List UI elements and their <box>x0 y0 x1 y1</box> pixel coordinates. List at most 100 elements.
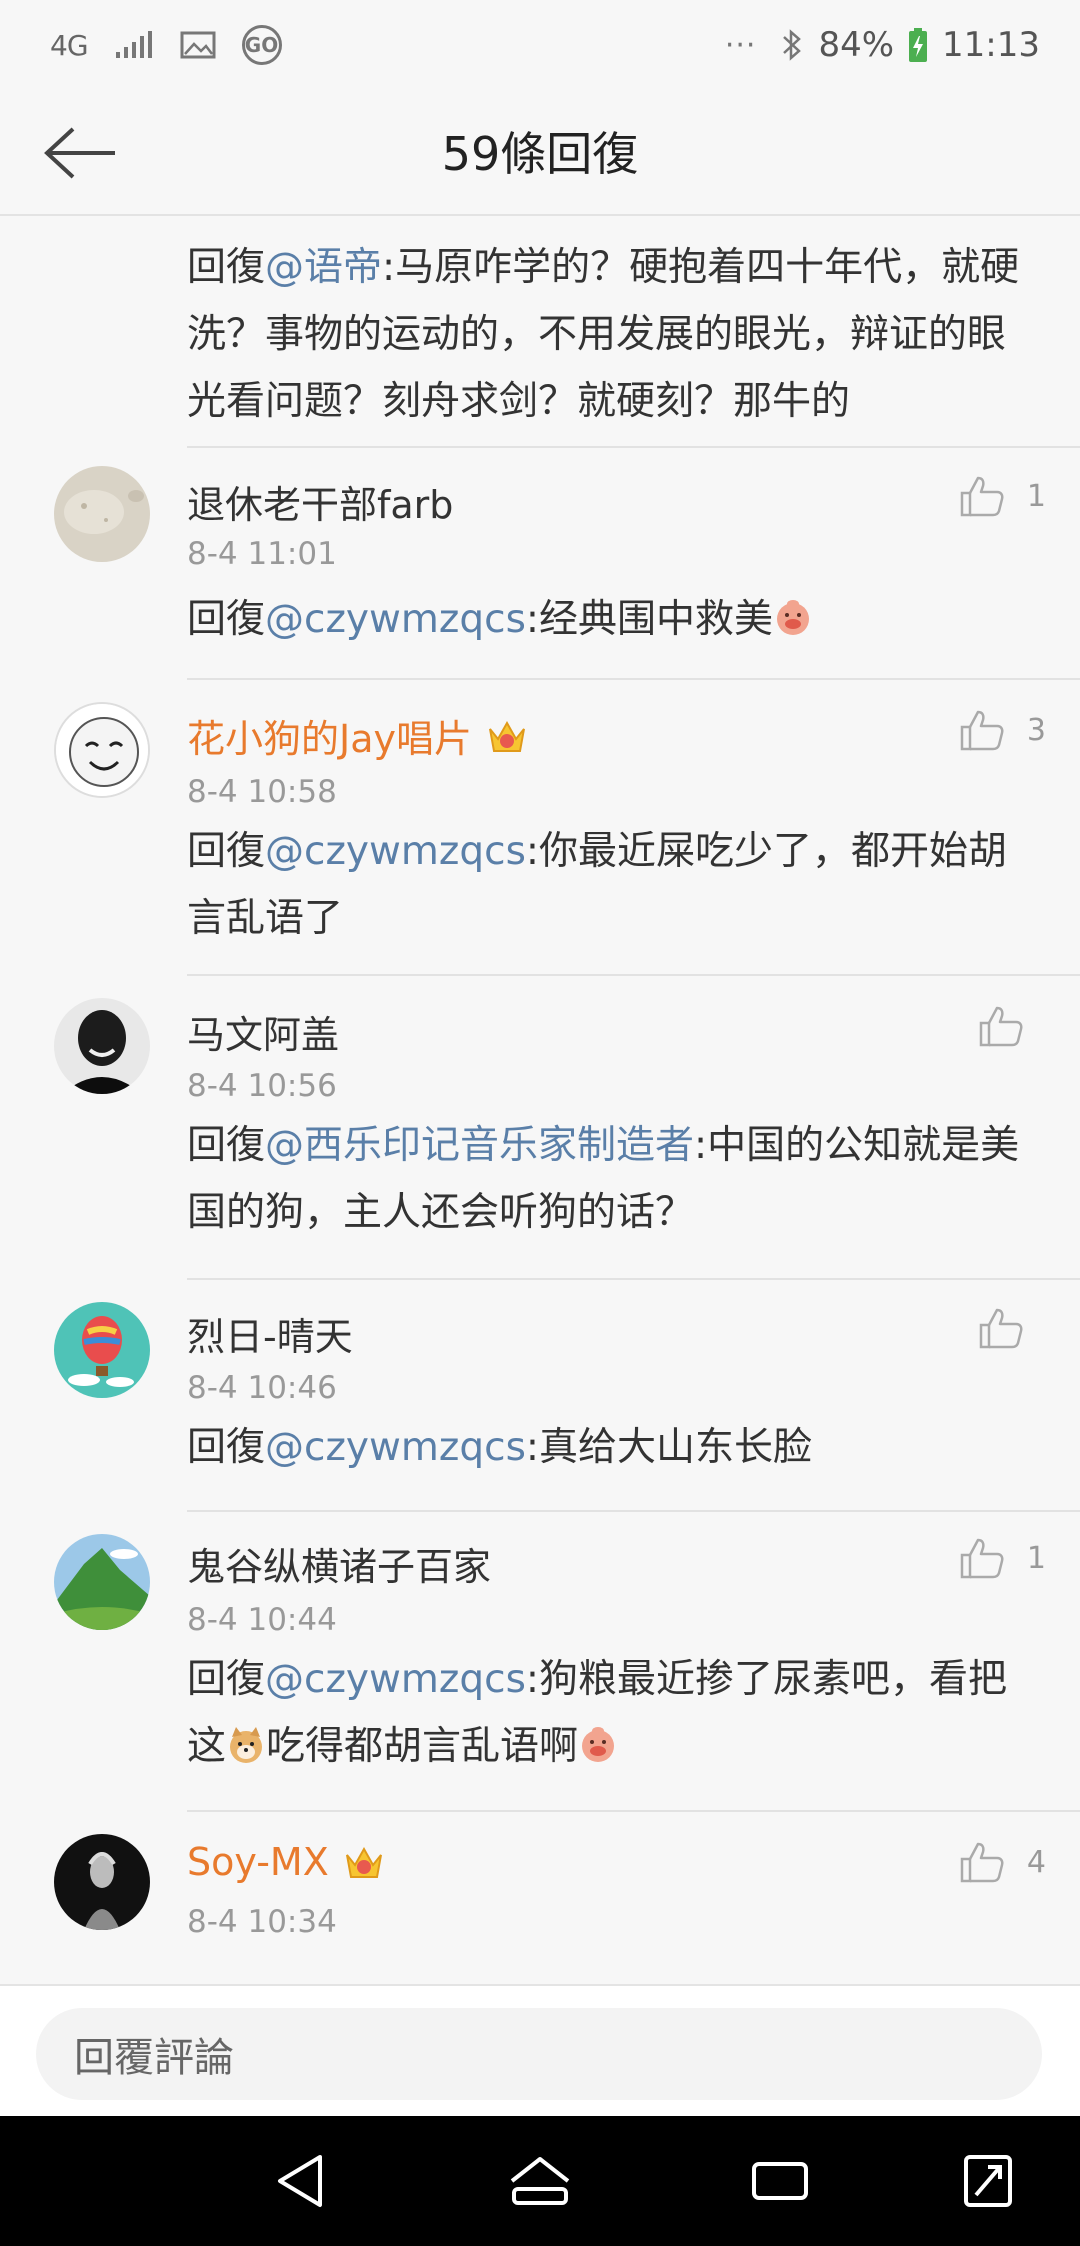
like-button[interactable]: 1 <box>959 474 1046 518</box>
timestamp: 8-4 10:44 <box>187 1602 337 1638</box>
mention-link[interactable]: @czywmzqcs <box>265 1425 526 1470</box>
username[interactable]: 烈日-晴天 <box>187 1306 353 1361</box>
thumbs-up-icon <box>960 710 1004 751</box>
page-title: 59條回復 <box>441 127 639 181</box>
comment-item[interactable]: 花小狗的Jay唱片 8-4 10:58 3 回復@czywmzqcs:你最近屎吃… <box>0 678 1080 974</box>
partial-reply-text: 回復@语帝:马原咋学的？硬抱着四十年代，就硬洗？事物的运动的，不用发展的眼光，辩… <box>187 234 1037 435</box>
divider <box>187 1510 1080 1512</box>
timestamp: 8-4 10:56 <box>187 1068 337 1104</box>
thumbs-up-icon <box>960 1842 1004 1883</box>
like-button[interactable]: 1 <box>959 1536 1046 1580</box>
nav-screen-button[interactable] <box>948 2146 1028 2216</box>
username[interactable]: 退休老干部farb <box>187 474 453 529</box>
divider <box>187 678 1080 680</box>
username-text: 马文阿盖 <box>187 1013 340 1057</box>
username-text: 退休老干部farb <box>187 483 454 527</box>
like-button[interactable] <box>978 1306 1024 1350</box>
doge-emoji-icon <box>230 1727 263 1763</box>
signal-icon <box>114 30 154 60</box>
timestamp: 8-4 10:34 <box>187 1904 337 1940</box>
reply-comment-input[interactable]: 回覆評論 <box>36 2008 1042 2100</box>
username-text: 烈日-晴天 <box>187 1315 353 1359</box>
pig-emoji-icon <box>777 600 810 635</box>
reply-prefix: 回復 <box>187 1425 266 1470</box>
comment-list[interactable]: 回復@语帝:马原咋学的？硬抱着四十年代，就硬洗？事物的运动的，不用发展的眼光，辩… <box>0 216 1080 1984</box>
comment-text: 回復@czywmzqcs:狗粮最近掺了尿素吧，看把这 吃得都胡言乱语啊 <box>187 1646 1037 1780</box>
expand-icon <box>964 2155 1012 2207</box>
mention-link[interactable]: @西乐印记音乐家制造者 <box>265 1123 694 1168</box>
comment-item[interactable]: 马文阿盖 8-4 10:56 回復@西乐印记音乐家制造者:中国的公知就是美国的狗… <box>0 974 1080 1278</box>
nav-back-button[interactable] <box>260 2146 340 2216</box>
reply-text: :经典围中救美 <box>525 597 774 642</box>
nav-recents-button[interactable] <box>740 2146 820 2216</box>
like-button[interactable] <box>978 1004 1024 1048</box>
comment-item[interactable]: 烈日-晴天 8-4 10:46 回復@czywmzqcs:真给大山东长脸 <box>0 1278 1080 1510</box>
divider <box>187 446 1080 448</box>
username-text: Soy-MX <box>187 1840 329 1884</box>
avatar[interactable] <box>54 1834 150 1930</box>
back-triangle-icon <box>278 2155 322 2207</box>
recents-icon <box>752 2162 808 2200</box>
network-type: 4G <box>50 28 89 62</box>
thumbs-up-icon <box>960 476 1004 517</box>
home-icon <box>510 2157 570 2205</box>
like-count: 1 <box>1026 1540 1046 1576</box>
reply-text-continued: 吃得都胡言乱语啊 <box>266 1724 579 1769</box>
username-text: 鬼谷纵横诸子百家 <box>187 1545 492 1589</box>
divider <box>187 1278 1080 1280</box>
clock: 11:13 <box>942 25 1040 65</box>
reply-text: :真给大山东长脸 <box>525 1425 813 1470</box>
username[interactable]: 花小狗的Jay唱片 <box>187 708 528 763</box>
timestamp: 8-4 10:58 <box>187 774 337 810</box>
avatar[interactable] <box>54 702 150 798</box>
username[interactable]: Soy-MX <box>187 1840 385 1884</box>
username[interactable]: 马文阿盖 <box>187 1004 339 1059</box>
like-count: 1 <box>1026 478 1046 514</box>
timestamp: 8-4 11:01 <box>187 536 337 572</box>
like-button[interactable]: 3 <box>959 708 1046 752</box>
more-dots-icon: ··· <box>724 27 757 63</box>
avatar[interactable] <box>54 1534 150 1630</box>
username-text: 花小狗的Jay唱片 <box>187 717 472 761</box>
go-icon: GO <box>241 25 282 65</box>
comment-item[interactable]: Soy-MX 8-4 10:34 4 <box>0 1810 1080 1984</box>
thumbs-up-icon <box>979 1006 1023 1047</box>
username[interactable]: 鬼谷纵横诸子百家 <box>187 1536 491 1591</box>
comment-item[interactable]: 退休老干部farb 8-4 11:01 1 回復@czywmzqcs:经典围中救… <box>0 446 1080 678</box>
comment-text: 回復@西乐印记音乐家制造者:中国的公知就是美国的狗，主人还会听狗的话？ <box>187 1112 1037 1246</box>
avatar[interactable] <box>54 1302 150 1398</box>
mention-link[interactable]: @czywmzqcs <box>265 829 526 874</box>
like-count: 4 <box>1026 1844 1046 1880</box>
comment-text: 回復@czywmzqcs:真给大山东长脸 <box>187 1414 1037 1481</box>
reply-prefix: 回復 <box>187 829 266 874</box>
like-count: 3 <box>1026 712 1046 748</box>
battery-icon <box>908 27 928 63</box>
divider <box>187 974 1080 976</box>
comment-item[interactable]: 鬼谷纵横诸子百家 8-4 10:44 1 回復@czywmzqcs:狗粮最近掺了… <box>0 1510 1080 1810</box>
thumbs-up-icon <box>960 1538 1004 1579</box>
battery-percent: 84% <box>818 25 895 65</box>
reply-prefix: 回復 <box>187 1657 266 1702</box>
nav-home-button[interactable] <box>500 2146 580 2216</box>
avatar[interactable] <box>54 466 150 562</box>
pig-emoji-icon <box>582 1727 615 1762</box>
system-nav-bar <box>0 2116 1080 2246</box>
timestamp: 8-4 10:46 <box>187 1370 337 1406</box>
comment-text: 回復@czywmzqcs:经典围中救美 <box>187 586 1037 653</box>
mention-link[interactable]: @czywmzqcs <box>265 1657 526 1702</box>
status-bar: 4G GO ··· 84% 11:13 <box>0 0 1080 90</box>
bluetooth-icon <box>780 27 804 63</box>
mention-link[interactable]: @czywmzqcs <box>265 597 526 642</box>
like-button[interactable]: 4 <box>959 1840 1046 1884</box>
reply-prefix: 回復 <box>187 245 266 290</box>
reply-bar: 回覆評論 <box>0 1984 1080 2116</box>
vip-crown-icon <box>345 1846 382 1878</box>
comment-text: 回復@czywmzqcs:你最近屎吃少了，都开始胡言乱语了 <box>187 818 1037 952</box>
reply-prefix: 回復 <box>187 1123 266 1168</box>
thumbs-up-icon <box>979 1308 1023 1349</box>
reply-prefix: 回復 <box>187 597 266 642</box>
vip-crown-icon <box>489 720 525 752</box>
app-header: 59條回復 <box>0 90 1080 216</box>
avatar[interactable] <box>54 998 150 1094</box>
mention-link[interactable]: @语帝 <box>265 245 382 290</box>
